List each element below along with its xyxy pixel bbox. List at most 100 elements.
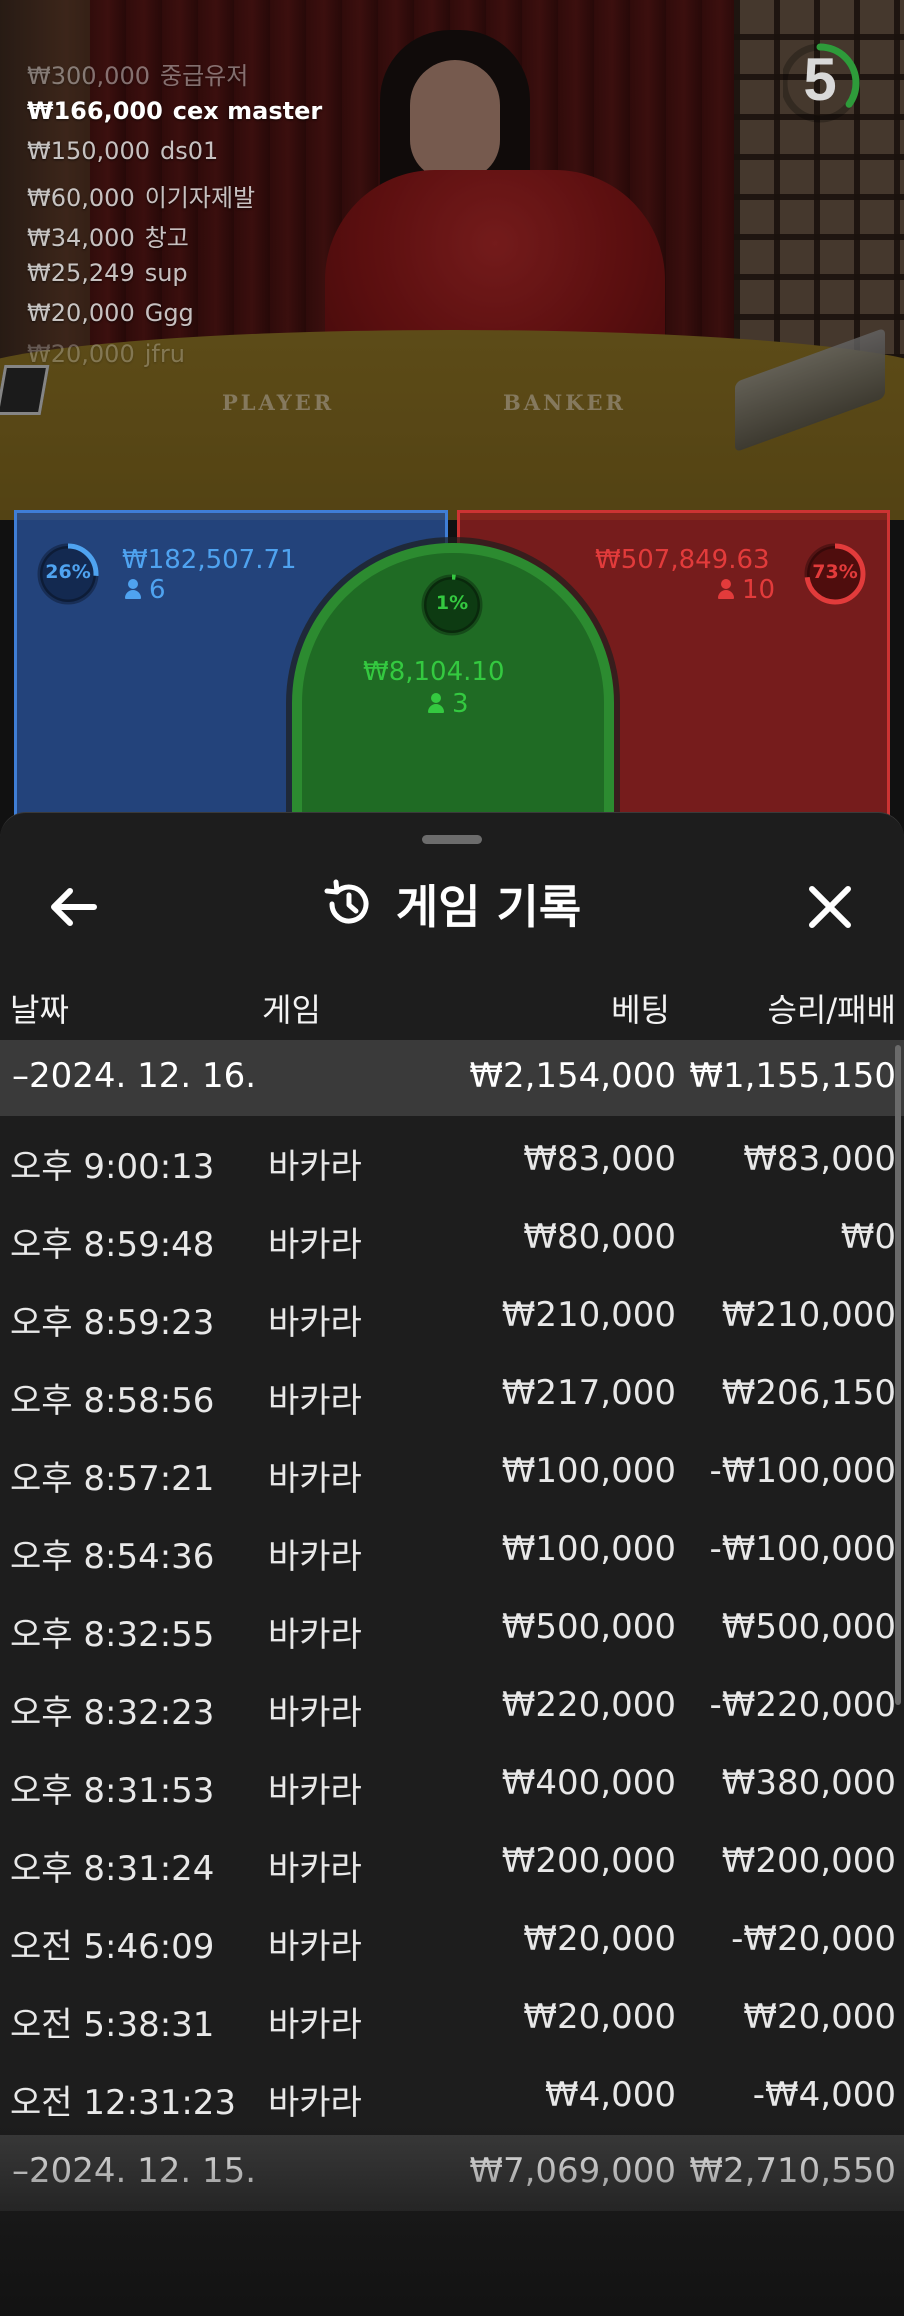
row-result: -₩20,000: [731, 1919, 896, 1959]
row-bet: ₩200,000: [501, 1841, 676, 1881]
history-row[interactable]: 오전 5:38:31 바카라 ₩20,000 ₩20,000: [0, 1979, 904, 2057]
history-row[interactable]: 오후 9:00:13 바카라 ₩83,000 ₩83,000: [0, 1121, 904, 1199]
player-count-value: 6: [149, 575, 166, 605]
row-time: 오후 8:57:21: [10, 1459, 215, 1499]
scrollbar[interactable]: [895, 1045, 901, 1705]
date-group-row[interactable]: –2024. 12. 16. ₩2,154,000 ₩1,155,150: [0, 1040, 904, 1116]
history-row[interactable]: 오후 8:32:55 바카라 ₩500,000 ₩500,000: [0, 1589, 904, 1667]
sheet-header: 게임 기록: [0, 871, 904, 951]
row-bet: ₩100,000: [501, 1451, 676, 1491]
row-game: 바카라: [268, 1147, 362, 1187]
row-game: 바카라: [268, 1537, 362, 1577]
sheet-title: 게임 기록: [395, 880, 582, 934]
leaderboard-row: ₩166,000 cex master: [27, 97, 322, 138]
row-time: 오전 12:31:23: [10, 2083, 237, 2123]
row-game: 바카라: [268, 2005, 362, 2045]
row-bet: ₩400,000: [501, 1763, 676, 1803]
column-header-game: 게임: [262, 991, 321, 1029]
row-bet: ₩20,000: [523, 1919, 676, 1959]
tie-bet-amount: ₩8,104.10: [363, 657, 505, 687]
leaderboard-row: ₩300,000 중급유저: [27, 56, 322, 97]
group-date: –2024. 12. 15.: [12, 2151, 257, 2191]
row-bet: ₩100,000: [501, 1529, 676, 1569]
leaderboard-name: 이기자제발: [144, 183, 256, 212]
row-game: 바카라: [268, 1849, 362, 1889]
row-time: 오후 9:00:13: [10, 1147, 215, 1187]
leaderboard-row: ₩60,000 이기자제발: [27, 178, 322, 219]
player-bet-amount: ₩182,507.71: [122, 545, 297, 575]
leaderboard-row: ₩20,000 jfru: [27, 340, 322, 381]
row-time: 오후 8:59:23: [10, 1303, 215, 1343]
user-icon: [125, 579, 141, 599]
history-row[interactable]: 오전 12:31:23 바카라 ₩4,000 -₩4,000: [0, 2057, 904, 2135]
row-result: -₩100,000: [709, 1451, 897, 1491]
tie-percent-ring: 1%: [419, 572, 485, 638]
countdown-timer: 5: [780, 35, 873, 125]
row-time: 오후 8:54:36: [10, 1537, 215, 1577]
banker-bet-amount: ₩507,849.63: [595, 545, 770, 575]
winners-leaderboard: ₩300,000 중급유저 ₩166,000 cex master ₩150,000…: [27, 56, 322, 380]
row-bet: ₩217,000: [501, 1373, 676, 1413]
history-row[interactable]: 오후 8:59:48 바카라 ₩80,000 ₩0: [0, 1199, 904, 1277]
leaderboard-amount: ₩34,000: [27, 224, 135, 252]
history-row[interactable]: 오후 8:58:56 바카라 ₩217,000 ₩206,150: [0, 1355, 904, 1433]
row-result: ₩0: [840, 1217, 896, 1257]
group-date: –2024. 12. 16.: [12, 1056, 257, 1096]
column-header-date: 날짜: [10, 991, 69, 1029]
leaderboard-amount: ₩166,000: [27, 96, 163, 125]
history-row[interactable]: 오후 8:32:23 바카라 ₩220,000 -₩220,000: [0, 1667, 904, 1745]
leaderboard-row: ₩150,000 ds01: [27, 137, 322, 178]
game-history-sheet: 게임 기록 날짜 게임 베팅 승리/패배 –2024. 12. 16. ₩2,15…: [0, 812, 904, 2316]
row-bet: ₩4,000: [545, 2075, 676, 2115]
user-icon: [718, 579, 734, 599]
leaderboard-amount: ₩300,000: [27, 62, 150, 90]
player-count: 6: [125, 575, 166, 605]
row-bet: ₩83,000: [523, 1139, 676, 1179]
sheet-drag-handle[interactable]: [422, 835, 482, 844]
tie-percent: 1%: [435, 592, 469, 614]
close-button[interactable]: [790, 867, 870, 947]
history-row[interactable]: 오후 8:54:36 바카라 ₩100,000 -₩100,000: [0, 1511, 904, 1589]
column-header-result: 승리/패배: [767, 991, 896, 1029]
row-result: ₩500,000: [721, 1607, 896, 1647]
history-row[interactable]: 오후 8:57:21 바카라 ₩100,000 -₩100,000: [0, 1433, 904, 1511]
leaderboard-amount: ₩20,000: [27, 339, 135, 368]
group-date-value: 2024. 12. 16.: [29, 1056, 257, 1096]
row-time: 오전 5:46:09: [10, 1927, 215, 1967]
banker-count: 10: [718, 575, 775, 605]
row-game: 바카라: [268, 1615, 362, 1655]
row-result: ₩20,000: [743, 1997, 896, 2037]
row-game: 바카라: [268, 1459, 362, 1499]
history-row[interactable]: 오후 8:31:53 바카라 ₩400,000 ₩380,000: [0, 1745, 904, 1823]
row-time: 오후 8:58:56: [10, 1381, 215, 1421]
leaderboard-row: ₩20,000 Ggg: [27, 299, 322, 340]
history-row[interactable]: 오후 8:31:24 바카라 ₩200,000 ₩200,000: [0, 1823, 904, 1901]
group-date-value: 2024. 12. 15.: [29, 2151, 257, 2191]
row-game: 바카라: [268, 2083, 362, 2123]
player-percent-ring: 26%: [35, 541, 101, 607]
row-result: -₩100,000: [709, 1529, 897, 1569]
row-game: 바카라: [268, 1771, 362, 1811]
row-time: 오전 5:38:31: [10, 2005, 215, 2045]
leaderboard-amount: ₩20,000: [27, 299, 135, 327]
row-bet: ₩20,000: [523, 1997, 676, 2037]
user-icon: [428, 693, 444, 713]
countdown-seconds: 5: [803, 46, 837, 113]
history-icon: [324, 879, 369, 924]
row-bet: ₩500,000: [501, 1607, 676, 1647]
leaderboard-name: 창고: [144, 224, 189, 252]
history-row[interactable]: 오후 8:59:23 바카라 ₩210,000 ₩210,000: [0, 1277, 904, 1355]
row-bet: ₩210,000: [501, 1295, 676, 1335]
row-result: ₩206,150: [721, 1373, 896, 1413]
row-result: ₩210,000: [721, 1295, 896, 1335]
row-game: 바카라: [268, 1927, 362, 1967]
leaderboard-amount: ₩25,249: [27, 258, 135, 287]
group-result-total: ₩1,155,150: [689, 1056, 896, 1096]
history-row[interactable]: 오전 5:46:09 바카라 ₩20,000 -₩20,000: [0, 1901, 904, 1979]
leaderboard-name: cex master: [172, 96, 323, 125]
leaderboard-name: 중급유저: [159, 62, 249, 90]
row-result: ₩380,000: [721, 1763, 896, 1803]
row-time: 오후 8:32:23: [10, 1693, 215, 1733]
leaderboard-name: sup: [144, 258, 188, 287]
date-group-row[interactable]: –2024. 12. 15. ₩7,069,000 ₩2,710,550: [0, 2135, 904, 2211]
